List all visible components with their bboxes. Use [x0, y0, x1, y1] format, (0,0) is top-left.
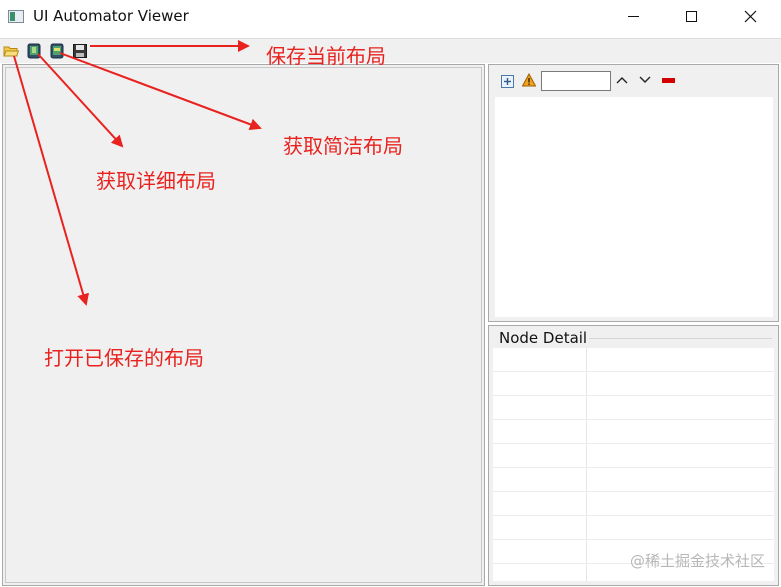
note-save-current: 保存当前布局: [266, 44, 386, 68]
compressed-screenshot-button[interactable]: [49, 43, 65, 59]
maximize-icon: [686, 11, 697, 22]
title-bar: UI Automator Viewer: [0, 0, 781, 34]
maximize-button[interactable]: [668, 0, 714, 32]
app-window: UI Automator Viewer Node Detail 保存当前布局 获…: [0, 0, 781, 587]
table-row[interactable]: [493, 420, 774, 444]
group-divider: [589, 338, 772, 339]
note-get-detailed: 获取详细布局: [96, 169, 216, 193]
close-button[interactable]: [727, 0, 773, 32]
node-detail-table[interactable]: [493, 348, 774, 581]
clear-icon[interactable]: [662, 78, 675, 83]
table-row[interactable]: [493, 372, 774, 396]
device-screenshot-compressed-icon: [50, 43, 64, 59]
open-folder-icon: [3, 46, 19, 57]
chevron-down-icon[interactable]: [639, 75, 651, 85]
minimize-icon: [628, 16, 639, 17]
table-row[interactable]: [493, 348, 774, 372]
table-row[interactable]: [493, 444, 774, 468]
warning-icon[interactable]: [522, 73, 536, 87]
table-row[interactable]: [493, 396, 774, 420]
hierarchy-tree[interactable]: [495, 97, 773, 317]
open-button[interactable]: [3, 43, 19, 59]
watermark: @稀土掘金技术社区: [629, 552, 765, 570]
save-icon: [73, 44, 87, 58]
screenshot-canvas[interactable]: [5, 67, 482, 583]
window-title: UI Automator Viewer: [33, 7, 189, 25]
note-open-saved: 打开已保存的布局: [44, 346, 204, 370]
main-toolbar: [0, 38, 781, 63]
node-detail-title: Node Detail: [499, 329, 588, 347]
device-screenshot-icon: [27, 43, 41, 59]
hierarchy-toolbar: [489, 65, 778, 97]
table-row[interactable]: [493, 468, 774, 492]
chevron-up-icon[interactable]: [616, 75, 628, 85]
minimize-button[interactable]: [610, 0, 656, 32]
note-get-compressed: 获取简洁布局: [283, 134, 403, 158]
hierarchy-panel: [488, 64, 779, 322]
app-icon: [8, 10, 24, 23]
filter-input[interactable]: [541, 71, 611, 91]
screenshot-panel: [2, 64, 485, 586]
table-row[interactable]: [493, 516, 774, 540]
close-icon: [744, 10, 757, 23]
node-detail-panel: Node Detail: [488, 325, 779, 586]
screenshot-button[interactable]: [26, 43, 42, 59]
expand-all-icon[interactable]: [501, 75, 514, 88]
table-row[interactable]: [493, 492, 774, 516]
save-button[interactable]: [72, 43, 88, 59]
